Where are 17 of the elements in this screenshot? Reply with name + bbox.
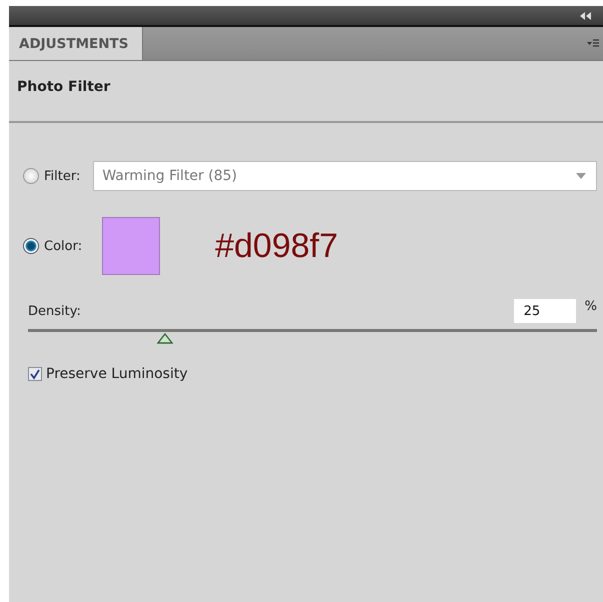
dropdown-arrow-icon — [576, 173, 586, 179]
panel-title: Photo Filter — [17, 79, 110, 95]
filter-dropdown[interactable]: Warming Filter (85) — [93, 161, 597, 191]
filter-label: Filter: — [44, 168, 80, 184]
preserve-luminosity-checkbox[interactable] — [28, 367, 42, 381]
density-input[interactable]: 25 — [514, 299, 576, 323]
filter-radio[interactable] — [23, 168, 39, 184]
panel-tab[interactable]: ADJUSTMENTS — [9, 27, 144, 60]
color-hex-annotation: #d098f7 — [215, 226, 338, 266]
collapse-icon[interactable] — [580, 12, 591, 20]
preserve-luminosity-label: Preserve Luminosity — [46, 366, 188, 382]
color-swatch[interactable] — [102, 217, 160, 275]
percent-unit: % — [584, 299, 597, 314]
color-radio[interactable] — [23, 238, 39, 254]
density-label: Density: — [28, 304, 81, 318]
panel-menu-icon[interactable] — [587, 39, 599, 48]
color-label: Color: — [44, 238, 82, 254]
